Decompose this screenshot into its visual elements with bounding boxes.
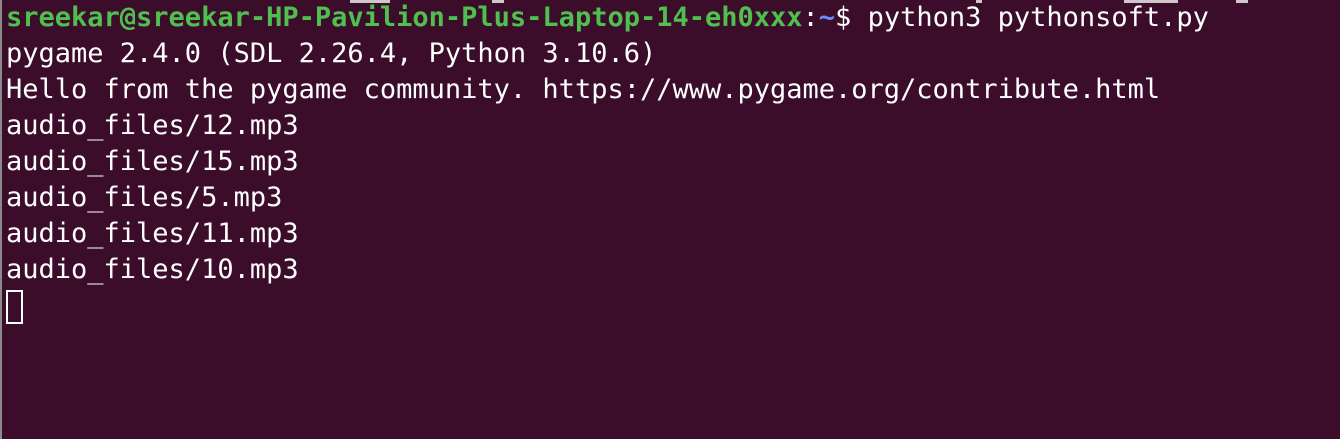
- input-line[interactable]: [6, 288, 1340, 324]
- output-line-audio-file: audio_files/5.mp3: [6, 182, 283, 213]
- previous-line-fragment: [0, 0, 1340, 3]
- output-line-audio-file: audio_files/12.mp3: [6, 110, 299, 141]
- output-line-pygame-version: pygame 2.4.0 (SDL 2.26.4, Python 3.10.6): [6, 38, 657, 69]
- output-line-audio-file: audio_files/10.mp3: [6, 254, 299, 285]
- terminal-window[interactable]: sreekar@sreekar-HP-Pavilion-Plus-Laptop-…: [0, 0, 1340, 439]
- output-line-audio-file: audio_files/11.mp3: [6, 218, 299, 249]
- command-text: python3 pythonsoft.py: [867, 2, 1209, 33]
- prompt-symbol: $: [835, 2, 868, 33]
- prompt-user-host: sreekar@sreekar-HP-Pavilion-Plus-Laptop-…: [6, 2, 803, 33]
- prompt-colon: :: [802, 2, 819, 33]
- prompt-path: ~: [818, 2, 836, 33]
- prompt-line: sreekar@sreekar-HP-Pavilion-Plus-Laptop-…: [6, 0, 1340, 36]
- output-line-audio-file: audio_files/15.mp3: [6, 146, 299, 177]
- text-cursor: [6, 289, 23, 324]
- output-line-hello: Hello from the pygame community. https:/…: [6, 74, 1161, 105]
- window-left-border: [0, 0, 2, 439]
